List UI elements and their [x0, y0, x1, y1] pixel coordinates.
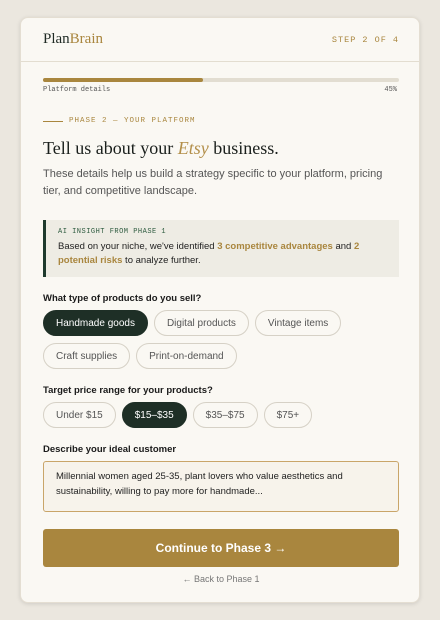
product-type-chip[interactable]: Vintage items [254, 310, 342, 336]
logo[interactable]: PlanBrain [43, 31, 103, 48]
phase-label: PHASE 2 — YOUR PLATFORM [43, 117, 196, 125]
header: PlanBrain STEP 2 OF 4 [21, 18, 419, 62]
continue-button[interactable]: Continue to Phase 3 → [43, 529, 399, 567]
logo-plan: Plan [43, 31, 70, 47]
price-range-chip[interactable]: $35–$75 [192, 402, 258, 428]
insight-text-3: to analyze further. [122, 254, 201, 266]
price-range-chip[interactable]: $15–$35 [121, 402, 187, 428]
page-subtitle: These details help us build a strategy s… [43, 168, 383, 197]
page-title: Tell us about your Etsy business. [43, 138, 279, 159]
ideal-customer-textarea[interactable]: Millennial women aged 25-35, plant lover… [43, 461, 399, 512]
insight-highlight-advantages: 3 competitive advantages [217, 241, 333, 252]
phase-text: PHASE 2 — YOUR PLATFORM [69, 117, 196, 125]
phase-rule [43, 120, 63, 122]
price-range-chip[interactable]: Under $15 [43, 402, 116, 428]
onboarding-card: PlanBrain STEP 2 OF 4 Platform details 4… [20, 17, 420, 603]
product-type-chip[interactable]: Handmade goods [43, 310, 148, 336]
product-type-chip[interactable]: Print-on-demand [136, 343, 237, 369]
product-type-options: Handmade goods Digital products Vintage it… [43, 310, 403, 369]
progress-fill [43, 78, 204, 82]
product-type-chip[interactable]: Craft supplies [43, 343, 131, 369]
price-range-options: Under $15 $15–$35 $35–$75 $75+ [43, 402, 403, 428]
insight-text: Based on your niche, we've identified 3 … [58, 240, 387, 267]
price-question: Target price range for your products? [43, 385, 213, 396]
title-before: Tell us about your [43, 138, 178, 158]
progress-label: Platform details [43, 86, 111, 94]
insight-label: AI INSIGHT FROM PHASE 1 [58, 228, 167, 236]
title-after: business. [208, 138, 279, 158]
back-link[interactable]: ← Back to Phase 1 [21, 574, 419, 584]
step-indicator: STEP 2 OF 4 [331, 35, 399, 45]
title-platform: Etsy [177, 138, 209, 158]
logo-brain: Brain [69, 31, 103, 47]
price-range-chip[interactable]: $75+ [263, 402, 313, 428]
ai-insight-box: AI INSIGHT FROM PHASE 1 Based on your ni… [43, 220, 399, 277]
progress-percent: 45% [384, 86, 397, 94]
customer-question: Describe your ideal customer [43, 444, 177, 455]
product-type-chip[interactable]: Digital products [153, 310, 249, 336]
insight-text-1: Based on your niche, we've identified [58, 241, 218, 252]
insight-text-2: and [332, 241, 354, 252]
progress-bar [43, 78, 399, 82]
products-question: What type of products do you sell? [43, 293, 202, 304]
